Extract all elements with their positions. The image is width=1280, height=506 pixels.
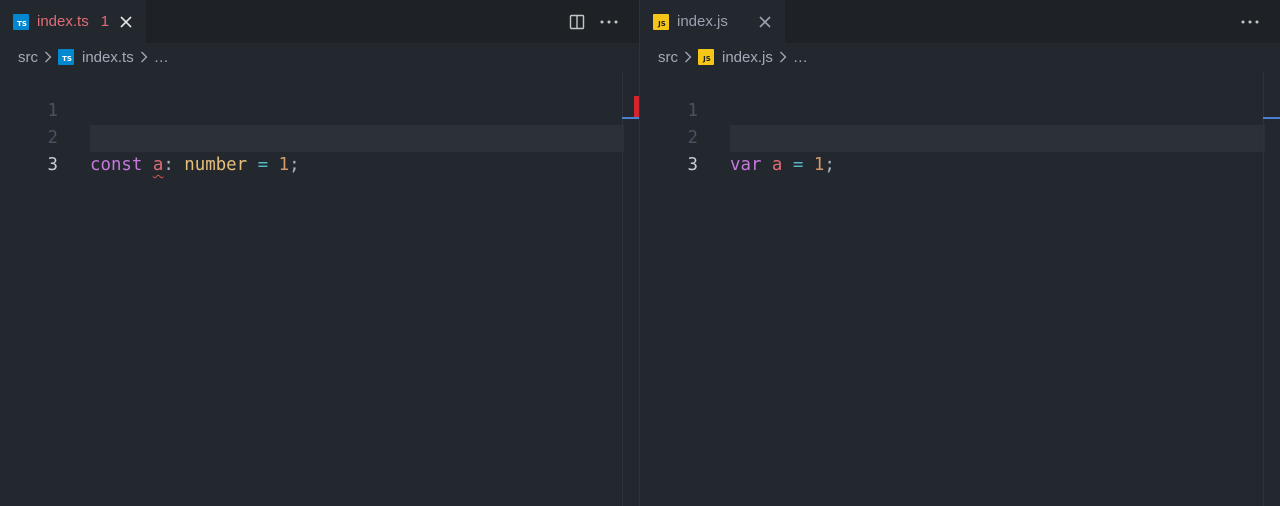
tab-label: index.ts	[37, 13, 89, 30]
close-icon[interactable]	[758, 15, 772, 29]
code-line[interactable]: 1 console.log("Hello TypeScript");	[0, 71, 639, 148]
line-number: 3	[687, 155, 698, 175]
tab-label: index.js	[677, 13, 728, 30]
line-number: 3	[47, 155, 58, 175]
tab-index-js[interactable]: JS index.js	[640, 0, 785, 43]
typescript-file-icon: TS	[13, 13, 29, 30]
breadcrumb: src JS index.js …	[640, 43, 1280, 71]
javascript-file-icon: JS	[698, 49, 714, 65]
tab-bar: JS index.js	[640, 0, 1280, 43]
code-editor[interactable]: 1 console.log("Hello TypeScript"); 2 con…	[0, 71, 639, 175]
breadcrumb: src TS index.ts …	[0, 43, 639, 71]
breadcrumb-file-label: index.ts	[82, 48, 134, 66]
editor-actions	[1230, 0, 1262, 43]
tab-bar: TS index.ts 1	[0, 0, 639, 43]
breadcrumb-folder[interactable]: src	[658, 49, 678, 66]
vertical-scrollbar[interactable]	[622, 71, 623, 506]
cursor-ruler-mark	[622, 117, 639, 119]
tab-index-ts[interactable]: TS index.ts 1	[0, 0, 146, 43]
close-icon[interactable]	[119, 15, 133, 29]
more-actions-icon[interactable]	[597, 10, 621, 34]
editor-area: TS index.ts 1 src TS index.ts … 1 consol…	[0, 0, 1280, 506]
breadcrumb-symbols[interactable]: …	[154, 49, 169, 66]
editor-group-left: TS index.ts 1 src TS index.ts … 1 consol…	[0, 0, 639, 506]
line-content: var a = 1;	[730, 155, 835, 175]
editor-actions	[557, 0, 621, 43]
breadcrumb-file[interactable]: JS index.js	[698, 49, 773, 66]
split-editor-icon[interactable]	[565, 10, 589, 34]
chevron-right-icon	[41, 51, 55, 63]
breadcrumb-folder[interactable]: src	[18, 49, 38, 66]
typescript-file-icon: TS	[58, 49, 74, 65]
code-line[interactable]: 2 const a: number = 1;	[0, 98, 639, 175]
problem-count-badge: 1	[100, 13, 110, 30]
more-actions-icon[interactable]	[1238, 10, 1262, 34]
code-line[interactable]: 1 console.log("Hello TypeScript");	[640, 71, 1280, 148]
code-line[interactable]: 2 var a = 1;	[640, 98, 1280, 175]
code-line[interactable]: 3	[640, 125, 1280, 175]
line-content: const a: number = 1;	[90, 155, 300, 175]
vertical-scrollbar[interactable]	[1263, 71, 1264, 506]
error-squiggle: a	[152, 155, 164, 175]
chevron-right-icon	[776, 51, 790, 63]
breadcrumb-file-label: index.js	[722, 48, 773, 66]
chevron-right-icon	[681, 51, 695, 63]
chevron-right-icon	[137, 51, 151, 63]
breadcrumb-file[interactable]: TS index.ts	[58, 49, 134, 66]
javascript-file-icon: JS	[653, 13, 669, 30]
editor-group-right: JS index.js src JS index.js … 1 console.…	[640, 0, 1280, 506]
code-editor[interactable]: 1 console.log("Hello TypeScript"); 2 var…	[640, 71, 1280, 175]
breadcrumb-symbols[interactable]: …	[793, 49, 808, 66]
code-line[interactable]: 3	[0, 125, 639, 175]
cursor-ruler-mark	[1263, 117, 1280, 119]
